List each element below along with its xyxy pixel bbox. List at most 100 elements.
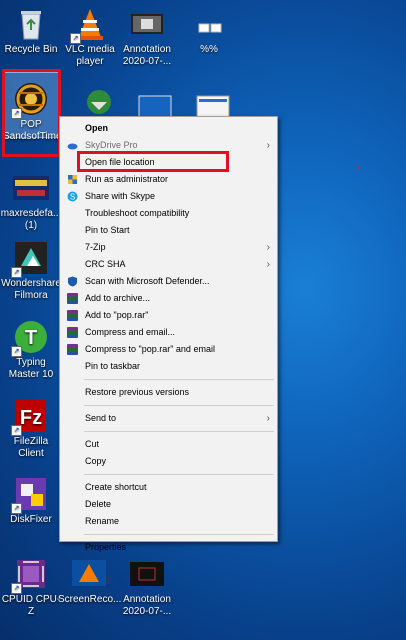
desktop-icon-label: Wondershare Filmora xyxy=(1,278,61,301)
menu-item-add-to-archive[interactable]: Add to archive... xyxy=(60,290,277,307)
winrar-icon xyxy=(67,327,78,338)
desktop-icon-cpuz[interactable]: ↗ CPUID CPU-Z xyxy=(0,556,62,618)
menu-item-add-to-pop-rar[interactable]: Add to "pop.rar" xyxy=(60,307,277,324)
menu-item-scan-defender[interactable]: Scan with Microsoft Defender... xyxy=(60,273,277,290)
red-dot-marker xyxy=(357,166,360,169)
desktop-icon-filezilla[interactable]: Fz ↗ FileZilla Client xyxy=(0,398,62,460)
cpu-z-icon: ↗ xyxy=(11,556,49,594)
menu-item-label: Open xyxy=(85,123,109,133)
menu-item-run-as-admin[interactable]: Run as administrator xyxy=(60,171,277,188)
menu-item-label: Add to archive... xyxy=(85,293,151,303)
menu-item-label: Restore previous versions xyxy=(85,387,190,397)
menu-separator xyxy=(84,379,274,380)
desktop-icon-label: DiskFixer xyxy=(10,514,52,525)
shortcut-arrow-icon: ↗ xyxy=(11,346,22,357)
menu-item-label: Delete xyxy=(85,499,112,509)
menu-item-crc-sha[interactable]: CRC SHA › xyxy=(60,256,277,273)
diskfixer-icon: ↗ xyxy=(11,476,49,514)
desktop-icon-diskfixer[interactable]: ↗ DiskFixer xyxy=(0,476,62,526)
menu-separator xyxy=(84,534,274,535)
menu-item-delete[interactable]: Delete xyxy=(60,496,277,513)
menu-item-label: CRC SHA xyxy=(85,259,126,269)
menu-item-restore-versions[interactable]: Restore previous versions xyxy=(60,384,277,401)
highlight-box-pop-icon xyxy=(2,69,61,157)
skype-icon: S xyxy=(67,191,78,202)
winrar-icon xyxy=(67,310,78,321)
winrar-icon xyxy=(67,293,78,304)
menu-item-compress-email[interactable]: Compress and email... xyxy=(60,324,277,341)
context-menu: Open SkyDrive Pro › Open file location R… xyxy=(59,116,278,552)
desktop-icon-label: maxresdefa... (1) xyxy=(0,208,62,231)
menu-item-7zip[interactable]: 7-Zip › xyxy=(60,239,277,256)
screen-recorder-icon xyxy=(71,556,107,592)
menu-item-label: Create shortcut xyxy=(85,482,147,492)
menu-separator xyxy=(84,405,274,406)
menu-item-send-to[interactable]: Send to › xyxy=(60,410,277,427)
winrar-icon xyxy=(67,344,78,355)
menu-item-copy[interactable]: Copy xyxy=(60,453,277,470)
menu-item-label: Cut xyxy=(85,439,100,449)
desktop-icon-label: VLC media player xyxy=(65,44,115,67)
menu-item-pin-to-start[interactable]: Pin to Start xyxy=(60,222,277,239)
menu-item-troubleshoot[interactable]: Troubleshoot compatibility xyxy=(60,205,277,222)
menu-item-properties[interactable]: Properties xyxy=(60,539,277,556)
desktop-icon-label: %% xyxy=(200,44,218,55)
menu-item-open[interactable]: Open xyxy=(60,120,277,137)
menu-item-label: SkyDrive Pro xyxy=(85,140,138,150)
svg-text:S: S xyxy=(70,193,75,202)
desktop-icon-label: CPUID CPU-Z xyxy=(1,594,61,617)
desktop-icon-filmora[interactable]: ↗ Wondershare Filmora xyxy=(0,240,62,302)
menu-item-pin-to-taskbar[interactable]: Pin to taskbar xyxy=(60,358,277,375)
menu-item-label: Send to xyxy=(85,413,117,423)
desktop-icon-vlc[interactable]: ↗ VLC media player xyxy=(59,6,121,68)
desktop-icon-recycle-bin[interactable]: Recycle Bin xyxy=(0,6,62,56)
desktop-icon-label: Annotation 2020-07-... xyxy=(122,594,172,617)
desktop-icon-label: FileZilla Client xyxy=(13,436,49,459)
desktop-icon-annotation-2[interactable]: Annotation 2020-07-... xyxy=(116,556,178,618)
shortcut-arrow-icon: ↗ xyxy=(11,425,22,436)
chevron-right-icon: › xyxy=(266,259,270,270)
menu-item-label: Scan with Microsoft Defender... xyxy=(85,276,210,286)
vlc-cone-icon: ↗ xyxy=(70,6,108,44)
desktop-icon-label: Recycle Bin xyxy=(4,44,58,55)
menu-item-label: Pin to Start xyxy=(85,225,130,235)
menu-item-label: Properties xyxy=(85,542,127,552)
desktop-icon-maxresdefault[interactable]: maxresdefa... (1) xyxy=(0,170,62,232)
menu-item-label: Rename xyxy=(85,516,120,526)
typing-master-icon: T ↗ xyxy=(11,319,49,357)
image-thumbnail-icon xyxy=(129,6,165,42)
download-manager-icon xyxy=(81,84,117,120)
shortcut-arrow-icon: ↗ xyxy=(11,267,22,278)
cloud-icon xyxy=(67,140,78,151)
chevron-right-icon: › xyxy=(266,413,270,424)
chevron-right-icon: › xyxy=(266,140,270,151)
chevron-right-icon: › xyxy=(266,242,270,253)
desktop-icon-annotation-1[interactable]: Annotation 2020-07-... xyxy=(116,6,178,68)
recycle-bin-icon xyxy=(13,6,49,42)
menu-item-share-skype[interactable]: S Share with Skype xyxy=(60,188,277,205)
svg-text:Fz: Fz xyxy=(20,407,42,429)
menu-separator xyxy=(84,431,274,432)
menu-item-rename[interactable]: Rename xyxy=(60,513,277,530)
menu-item-label: Troubleshoot compatibility xyxy=(85,208,190,218)
menu-item-label: Pin to taskbar xyxy=(85,361,141,371)
menu-item-label: Copy xyxy=(85,456,107,466)
menu-item-label: Add to "pop.rar" xyxy=(85,310,149,320)
filmora-icon: ↗ xyxy=(11,240,49,278)
desktop-icon-label: Annotation 2020-07-... xyxy=(122,44,172,67)
menu-item-label: Compress and email... xyxy=(85,327,176,337)
menu-item-label: Share with Skype xyxy=(85,191,156,201)
desktop-icon-label: Typing Master 10 xyxy=(8,357,54,380)
desktop-icon-label: ScreenReco... xyxy=(58,594,122,605)
menu-item-label: Run as administrator xyxy=(85,174,169,184)
shortcut-arrow-icon: ↗ xyxy=(11,583,22,594)
file-thumbnail-icon xyxy=(191,6,227,42)
desktop-icon-screenrecorder[interactable]: ScreenReco... xyxy=(58,556,122,606)
desktop-icon-percent[interactable]: %% xyxy=(178,6,240,56)
desktop-icon-typing-master[interactable]: T ↗ Typing Master 10 xyxy=(0,319,62,381)
menu-item-compress-pop-rar-email[interactable]: Compress to "pop.rar" and email xyxy=(60,341,277,358)
filezilla-icon: Fz ↗ xyxy=(11,398,49,436)
menu-separator xyxy=(84,474,274,475)
menu-item-cut[interactable]: Cut xyxy=(60,436,277,453)
menu-item-create-shortcut[interactable]: Create shortcut xyxy=(60,479,277,496)
